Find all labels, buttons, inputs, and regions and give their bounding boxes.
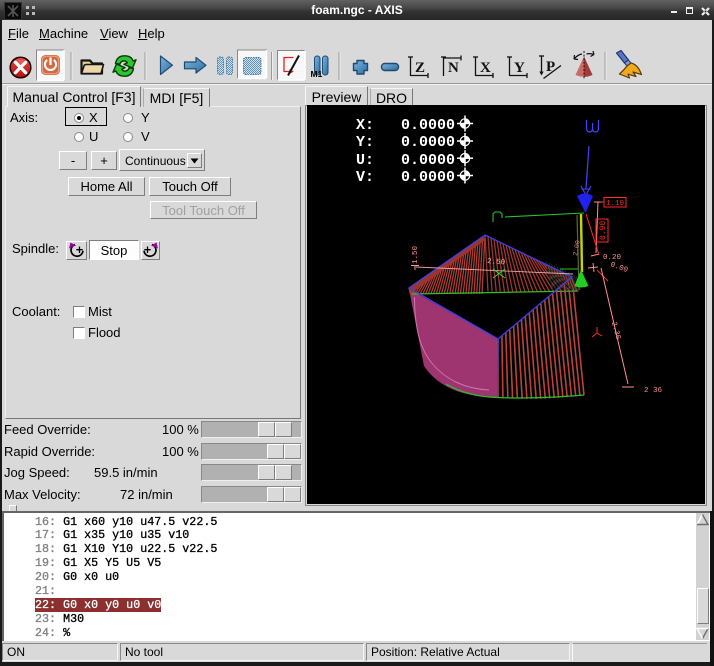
svg-text:2.50: 2.50 xyxy=(487,258,506,267)
svg-text:X: X xyxy=(480,60,491,76)
svg-text:Z: Z xyxy=(415,60,425,76)
svg-text:2.36: 2.36 xyxy=(609,321,622,341)
svg-text:M1: M1 xyxy=(311,69,323,79)
svg-text:1.10: 1.10 xyxy=(606,200,625,208)
svg-text:0.00: 0.00 xyxy=(609,261,629,275)
svg-text:0.90: 0.90 xyxy=(599,221,608,240)
svg-text:2 36: 2 36 xyxy=(644,387,663,395)
svg-text:2.00: 2.00 xyxy=(572,240,582,257)
svg-text:N: N xyxy=(448,60,459,76)
svg-text:1.50: 1.50 xyxy=(412,245,420,264)
svg-text:Y: Y xyxy=(514,60,525,76)
